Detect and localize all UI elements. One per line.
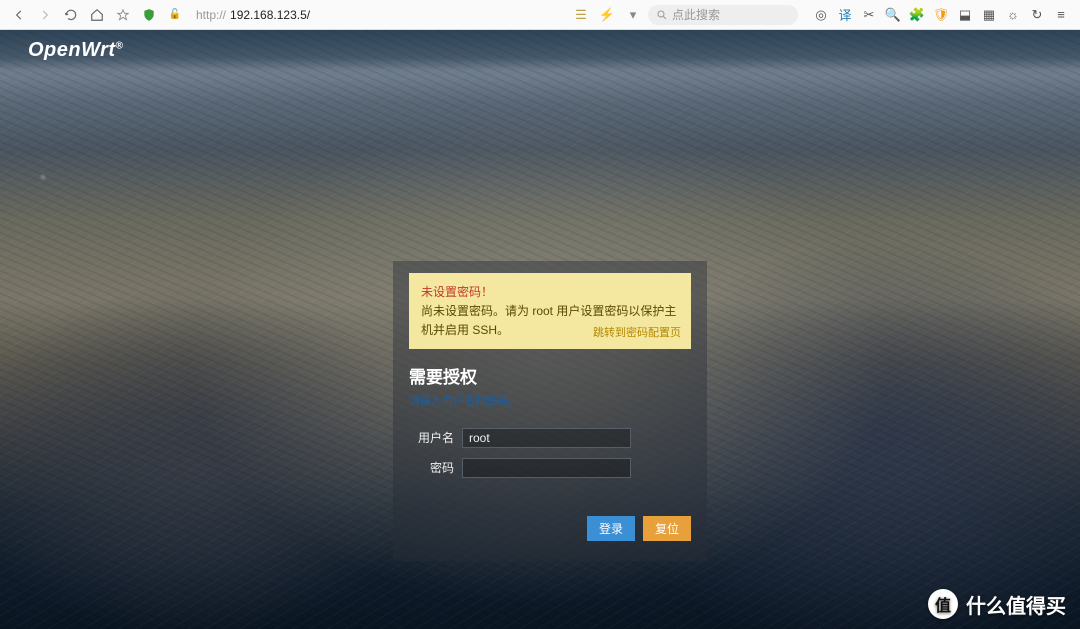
- refresh-icon: [64, 8, 78, 22]
- flash-icon[interactable]: ⚡: [596, 4, 618, 26]
- login-form: 用户名 密码 登录 复位: [409, 428, 691, 541]
- menu-icon[interactable]: ≡: [1050, 4, 1072, 26]
- theme-icon[interactable]: ☼: [1002, 4, 1024, 26]
- auth-subtitle: 请输入用户名和密码。: [409, 392, 691, 408]
- username-label: 用户名: [409, 429, 454, 446]
- brand-logo[interactable]: OpenWrt®: [28, 39, 123, 62]
- site-info-icon[interactable]: 🔓: [164, 4, 186, 26]
- alert-title: 未设置密码！: [421, 283, 679, 302]
- auth-title: 需要授权: [409, 363, 691, 388]
- forward-button[interactable]: [34, 4, 56, 26]
- search-box[interactable]: 点此搜索: [648, 5, 798, 25]
- site-header: OpenWrt®: [0, 30, 1080, 70]
- username-row: 用户名: [409, 428, 691, 448]
- page-body: OpenWrt® 未设置密码！ 尚未设置密码。请为 root 用户设置密码以保护…: [0, 30, 1080, 629]
- ext-icon-puzzle[interactable]: 🧩: [906, 4, 928, 26]
- security-shield-icon[interactable]: [138, 4, 160, 26]
- watermark-badge: 值: [928, 589, 958, 619]
- search-icon: [656, 9, 668, 21]
- watermark-text: 什么值得买: [966, 590, 1066, 619]
- reset-button[interactable]: 复位: [643, 516, 691, 541]
- password-label: 密码: [409, 459, 454, 476]
- password-config-link[interactable]: 跳转到密码配置页: [593, 325, 681, 343]
- extension-bar: ◎ 译 ✂ 🔍 🧩 🛡 ⬓ ▦ ☼ ↻ ≡: [810, 4, 1072, 26]
- login-button[interactable]: 登录: [587, 516, 635, 541]
- star-icon: [116, 8, 130, 22]
- chevron-right-icon: [38, 8, 52, 22]
- search-placeholder: 点此搜索: [672, 6, 720, 23]
- brand-text: OpenWrt: [28, 39, 116, 61]
- home-icon: [90, 8, 104, 22]
- dropdown-icon[interactable]: ▾: [622, 4, 644, 26]
- downloads-icon[interactable]: ⬓: [954, 4, 976, 26]
- url-scheme: http://: [196, 8, 226, 22]
- form-actions: 登录 复位: [409, 516, 691, 541]
- ext-icon-1[interactable]: ◎: [810, 4, 832, 26]
- bookmark-button[interactable]: [112, 4, 134, 26]
- login-panel: 未设置密码！ 尚未设置密码。请为 root 用户设置密码以保护主机并启用 SSH…: [393, 261, 707, 561]
- translate-icon[interactable]: 译: [834, 4, 856, 26]
- ext-icon-magnify[interactable]: 🔍: [882, 4, 904, 26]
- watermark: 值 什么值得买: [928, 589, 1066, 619]
- refresh-button[interactable]: [60, 4, 82, 26]
- chevron-left-icon: [12, 8, 26, 22]
- password-warning-alert: 未设置密码！ 尚未设置密码。请为 root 用户设置密码以保护主机并启用 SSH…: [409, 273, 691, 349]
- history-icon[interactable]: ↻: [1026, 4, 1048, 26]
- password-row: 密码: [409, 458, 691, 478]
- address-bar[interactable]: http:// 192.168.123.5/: [196, 8, 310, 22]
- password-input[interactable]: [462, 458, 631, 478]
- apps-icon[interactable]: ▦: [978, 4, 1000, 26]
- back-button[interactable]: [8, 4, 30, 26]
- reader-icon[interactable]: ☰: [570, 4, 592, 26]
- username-input[interactable]: [462, 428, 631, 448]
- ext-icon-shield[interactable]: 🛡: [930, 4, 952, 26]
- home-button[interactable]: [86, 4, 108, 26]
- brand-trademark: ®: [116, 40, 124, 51]
- url-host: 192.168.123.5/: [230, 8, 310, 22]
- browser-toolbar: 🔓 http:// 192.168.123.5/ ☰ ⚡ ▾ 点此搜索 ◎ 译 ✂…: [0, 0, 1080, 30]
- scissors-icon[interactable]: ✂: [858, 4, 880, 26]
